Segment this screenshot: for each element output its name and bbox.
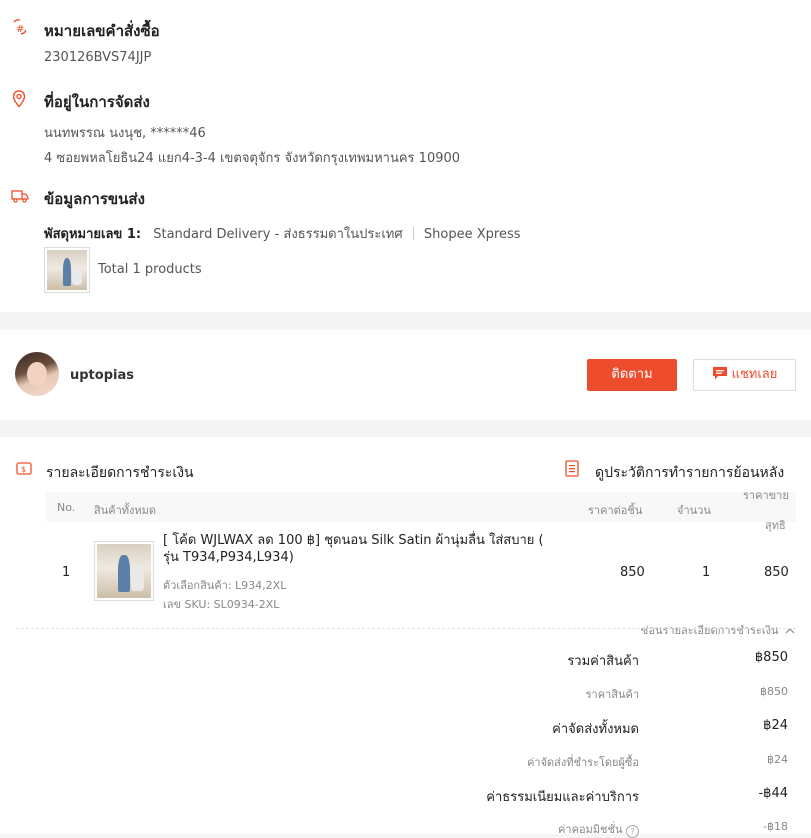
summary-label-fees: ค่าธรรมเนียมและค่าบริการ [486, 790, 639, 805]
hide-details-toggle[interactable]: ซ่อนรายละเอียดการชำระเงิน [641, 621, 795, 639]
shipping-product-thumbnail[interactable] [44, 247, 90, 293]
order-number-title: หมายเลขคำสั่งซื้อ [44, 22, 160, 40]
help-circle-icon[interactable]: ? [626, 825, 639, 838]
document-icon [564, 460, 580, 477]
item-thumbnail[interactable] [94, 541, 154, 601]
chat-button-label: แชทเลย [731, 367, 778, 382]
location-pin-icon [12, 90, 26, 108]
summary-label-product-price: ราคาสินค้า [585, 688, 639, 701]
summary-commission-row: ค่าคอมมิชชั่น ? [558, 820, 639, 838]
item-net: 850 [764, 565, 789, 580]
shipping-method: Standard Delivery - ส่งธรรมดาในประเทศ [153, 227, 403, 242]
shipping-carrier: Shopee Xpress [423, 227, 521, 242]
shop-name[interactable]: uptopias [70, 368, 134, 383]
payment-icon: $ [16, 461, 32, 475]
avatar[interactable] [15, 352, 59, 396]
summary-value-fees: -฿44 [758, 786, 788, 801]
shipping-title: ข้อมูลการขนส่ง [44, 190, 145, 208]
history-link[interactable]: ดูประวัติการทำรายการย้อนหลัง [595, 462, 784, 484]
truck-icon [11, 188, 29, 203]
parcel-line: พัสดุหมายเลข 1: Standard Delivery - ส่งธ… [44, 223, 521, 244]
chat-icon [712, 363, 728, 393]
summary-label-total-products: รวมค่าสินค้า [567, 654, 639, 669]
address-name-line: นนทพรรณ นงนุช, ******46 [44, 126, 206, 141]
summary-divider [16, 628, 796, 629]
item-unit-price: 850 [620, 565, 645, 580]
col-product: สินค้าทั้งหมด [94, 504, 157, 517]
shipping-divider [412, 227, 414, 240]
total-products: Total 1 products [98, 262, 202, 277]
order-number-value: 230126BVS74JJP [44, 50, 152, 65]
follow-button[interactable]: ติดตาม [587, 359, 677, 391]
item-no: 1 [62, 565, 71, 580]
col-unit-price: ราคาต่อชิ้น [588, 504, 643, 517]
summary-value-buyer-shipping: ฿24 [767, 753, 788, 766]
payment-title: รายละเอียดการชำระเงิน [46, 465, 194, 481]
item-variation: ตัวเลือกสินค้า: L934,2XL [163, 579, 287, 592]
item-sku: เลข SKU: SL0934-2XL [163, 598, 280, 611]
item-qty: 1 [702, 565, 711, 580]
order-hash-icon: # [11, 18, 29, 36]
summary-value-shipping-total: ฿24 [763, 718, 788, 733]
chat-button[interactable]: แชทเลย [693, 359, 796, 391]
item-name[interactable]: [ โค้ด WJLWAX ลด 100 ฿] ชุดนอน Silk Sati… [163, 532, 563, 566]
parcel-label: พัสดุหมายเลข 1: [44, 227, 142, 242]
svg-text:$: $ [21, 465, 26, 474]
chevron-up-icon [785, 624, 795, 637]
col-net-line2: สุทธิ [765, 519, 786, 532]
summary-value-total-products: ฿850 [754, 650, 788, 665]
summary-value-product-price: ฿850 [760, 685, 788, 698]
shop-card: uptopias [0, 330, 811, 420]
col-qty: จำนวน [677, 504, 711, 517]
col-net-line1: ราคาขาย [743, 489, 789, 502]
summary-label-buyer-shipping: ค่าจัดส่งที่ชำระโดยผู้ซื้อ [527, 756, 639, 769]
summary-label-shipping-total: ค่าจัดส่งทั้งหมด [552, 722, 639, 737]
order-info-card: # หมายเลขคำสั่งซื้อ 230126BVS74JJP ที่อย… [0, 0, 811, 312]
summary-value-commission: -฿18 [763, 820, 788, 833]
col-no: No. [57, 501, 76, 514]
address-line: 4 ซอยพหลโยธิน24 แยก4-3-4 เขตจตุจักร จังห… [44, 151, 461, 166]
summary-label-commission: ค่าคอมมิชชั่น [558, 823, 623, 836]
address-title: ที่อยู่ในการจัดส่ง [44, 93, 150, 111]
hide-details-label: ซ่อนรายละเอียดการชำระเงิน [640, 624, 779, 637]
